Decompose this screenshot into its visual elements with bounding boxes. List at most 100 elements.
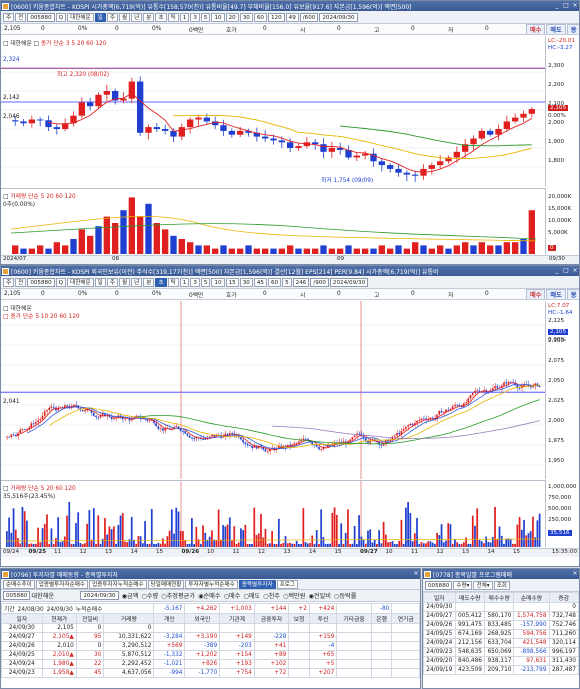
period-to[interactable]: 24/09/30 [47,607,73,613]
table-row[interactable]: 24/09/23 548,635 650,069 -898,566 996,197 [423,647,579,657]
toolbar-button[interactable]: 년 [131,277,143,287]
table-row[interactable]: 24/09/23 1,958▲ 45 4,637,056 -994 -1,770 +754 +… [1,668,420,678]
buy-button[interactable]: 매수 [526,24,546,34]
table-row[interactable]: 24/09/27 2,105▲ 95 10,331,622 -3,284 +3,190 +1… [1,632,420,642]
option-radio[interactable]: ○백만원 [283,591,305,600]
toolbar-button[interactable]: 5 [200,12,211,22]
table-row[interactable]: 24/09/30 2,105 0 0 [1,623,420,633]
toolbar-button[interactable]: 5 [200,277,211,287]
option-radio[interactable]: ○추정평균가 [161,591,195,600]
toolbar-input[interactable]: /600 [299,12,319,22]
toolbar-input[interactable]: 2024/09/30 [319,12,358,22]
toolbar-button[interactable]: Q [55,12,67,22]
maximize-button[interactable]: □ [562,267,570,275]
date-input[interactable]: 2024/09/30 [80,591,119,600]
option-radio[interactable]: ◉금액 [122,591,139,600]
toolbar-button[interactable]: 10 [211,277,225,287]
option-radio[interactable]: ◉순매수 [198,591,220,600]
ext-button[interactable]: 몽 [566,24,579,34]
toolbar-button[interactable]: 초 [155,277,167,287]
toolbar-button[interactable]: 3 [190,277,200,287]
toolbar-button[interactable]: 주 [106,277,118,287]
toolbar-button[interactable]: 월 [118,12,131,22]
scope-select[interactable]: 전체▾ [473,580,493,590]
minimize-button[interactable]: _ [553,267,561,275]
maximize-button[interactable]: □ [562,2,570,10]
toolbar-button[interactable]: 일 [94,12,106,22]
ext-button[interactable]: 몽 [566,289,579,299]
volume-chart[interactable]: □ 거래량 단순 5 20 60 120 35,516주(23.45%) [1,480,546,547]
toolbar-button[interactable]: 1 [179,12,190,22]
toolbar-button[interactable]: 대한해운 [67,277,94,287]
toolbar-input[interactable]: 246 [292,277,310,287]
toolbar-button[interactable]: 년 [131,12,143,22]
table-row[interactable]: 24/09/19 423,509 209,710 -213,799 287,487 [423,665,579,675]
volume-chart[interactable]: □ 거래량 단순 5 20 60 120 0주(0.00%) [1,188,546,254]
toolbar-button[interactable]: 일 [94,277,106,287]
table-row[interactable]: 24/09/24 1,980▲ 22 2,292,452 -1,021 +826 +193 +… [1,659,420,669]
option-radio[interactable]: ○등락률 [334,591,356,600]
toolbar-button[interactable]: 45 [253,277,267,287]
tab-5[interactable]: 종목별투자자 [238,579,276,589]
toolbar-button[interactable]: 10 [211,12,225,22]
table-row[interactable]: 24/09/25 2,010▲ 30 5,870,512 -1,332 +1,202 +15… [1,650,420,660]
toolbar-button[interactable]: 분 [143,12,155,22]
toolbar-button[interactable]: 3 [190,12,200,22]
toolbar-button[interactable]: 대한해운 [67,12,94,22]
toolbar-button[interactable]: 전 [15,277,27,287]
close-button[interactable]: × [412,570,420,578]
toolbar-button[interactable]: 틱 [167,12,179,22]
minimize-button[interactable]: _ [553,2,561,10]
toolbar-input[interactable]: 005880 [27,12,55,22]
option-radio[interactable]: ○매도 [243,591,260,600]
toolbar-button[interactable]: 주 [106,12,118,22]
code-input[interactable]: 005880 [425,580,453,590]
tab-0[interactable]: 순매수추이 [3,579,35,589]
toolbar-button[interactable]: 월 [118,277,131,287]
tab-4[interactable]: 투자자별누적순매수 [185,579,238,589]
period-from[interactable]: 24/08/30 [18,607,44,613]
query-button[interactable]: 조회 [493,580,510,590]
tab-3[interactable]: 당일매매현황 [147,579,185,589]
toolbar-button[interactable]: 초 [155,12,167,22]
tab-1[interactable]: 업종별투자자순매수 [35,579,89,589]
close-button[interactable]: × [571,570,579,578]
toolbar-button[interactable]: 1 [179,277,190,287]
table-row[interactable]: 24/09/24 212,156 633,704 421,548 320,114 [423,638,579,648]
table-row[interactable]: 24/09/30 0 [423,602,579,612]
close-button[interactable]: × [571,267,579,275]
close-button[interactable]: × [571,2,579,10]
toolbar-button[interactable]: 20 [225,12,239,22]
toolbar-input[interactable]: /900 [310,277,329,287]
table-row[interactable]: 24/09/26 2,010 0 3,290,512 +569 -389 -203 +41 -4 [1,641,420,651]
tab-2[interactable]: 업종투자자누적순매수 [89,579,147,589]
tab-6[interactable]: 프로그 [276,579,299,589]
buy-button[interactable]: 매수 [526,289,546,299]
price-chart[interactable]: □ 대한해운 □ 종가 단순 3 5 20 60 120 2,324 2,142… [1,36,546,186]
table-row[interactable]: 24/09/25 674,169 268,925 594,756 711,260 [423,629,579,639]
toolbar-button[interactable]: 분 [143,277,155,287]
table-row[interactable]: 24/09/20 840,486 938,117 97,631 311,430 [423,656,579,666]
toolbar-button[interactable]: 전 [15,12,27,22]
toolbar-button[interactable]: 60 [267,277,282,287]
toolbar-input[interactable]: 120 [267,12,285,22]
option-radio[interactable]: ◉전일비 [308,591,330,600]
option-radio[interactable]: ○천주 [263,591,280,600]
option-radio[interactable]: ○매수 [224,591,241,600]
toolbar-button[interactable]: 15 [225,277,239,287]
code-input[interactable]: 005880 [3,591,31,600]
toolbar-button[interactable]: 주 [3,12,15,22]
option-radio[interactable]: ○수량 [141,591,158,600]
toolbar-input[interactable]: 005880 [27,277,55,287]
sell-button[interactable]: 매도 [546,289,566,299]
toolbar-button[interactable]: Q [55,277,67,287]
toolbar-button[interactable]: 60 [253,12,267,22]
sell-button[interactable]: 매도 [546,24,566,34]
qty-select[interactable]: 수량▾ [453,580,473,590]
toolbar-button[interactable]: 주 [3,277,15,287]
table-row[interactable]: 24/09/26 991,475 833,485 -157,990 752,746 [423,620,579,630]
toolbar-button[interactable]: 30 [239,12,253,22]
price-chart[interactable]: □ 대한해운 □ 종가 단순 5 10 20 60 120 2,041 [1,301,546,479]
toolbar-button[interactable]: 49 [285,12,299,22]
toolbar-button[interactable]: 30 [239,277,253,287]
